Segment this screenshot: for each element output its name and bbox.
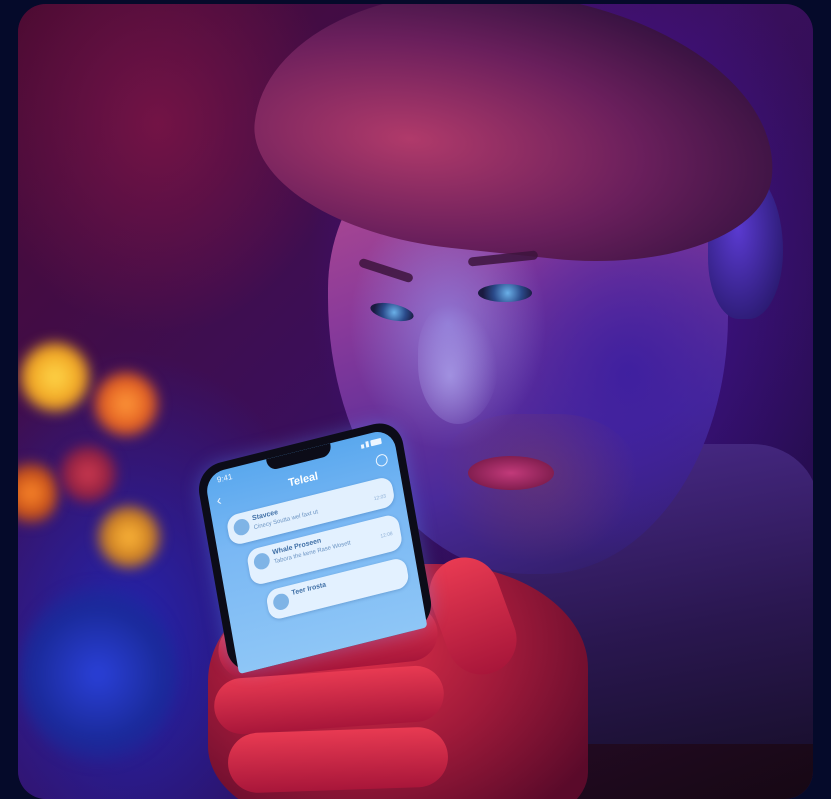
list-item-time: 12:03 xyxy=(373,493,387,503)
list-item-title: Teer Irosta xyxy=(291,581,327,597)
finger xyxy=(227,726,449,794)
eye xyxy=(478,284,532,302)
list-item-time: 12:08 xyxy=(380,530,394,540)
avatar xyxy=(271,591,291,612)
photo-frame: 9:41 ‹ Teleal Stavcee Cinecy Soutta wel … xyxy=(18,4,813,799)
avatar xyxy=(232,517,251,537)
lips xyxy=(468,456,554,490)
bokeh-light xyxy=(92,370,160,438)
bokeh-light xyxy=(18,340,92,414)
signal-battery-icon xyxy=(358,434,384,449)
avatar xyxy=(252,551,271,572)
bokeh-light xyxy=(18,584,178,764)
bokeh-light xyxy=(96,504,162,570)
nose xyxy=(418,304,498,424)
bokeh-light xyxy=(58,444,118,504)
status-time: 9:41 xyxy=(216,471,234,485)
beard xyxy=(438,414,638,564)
